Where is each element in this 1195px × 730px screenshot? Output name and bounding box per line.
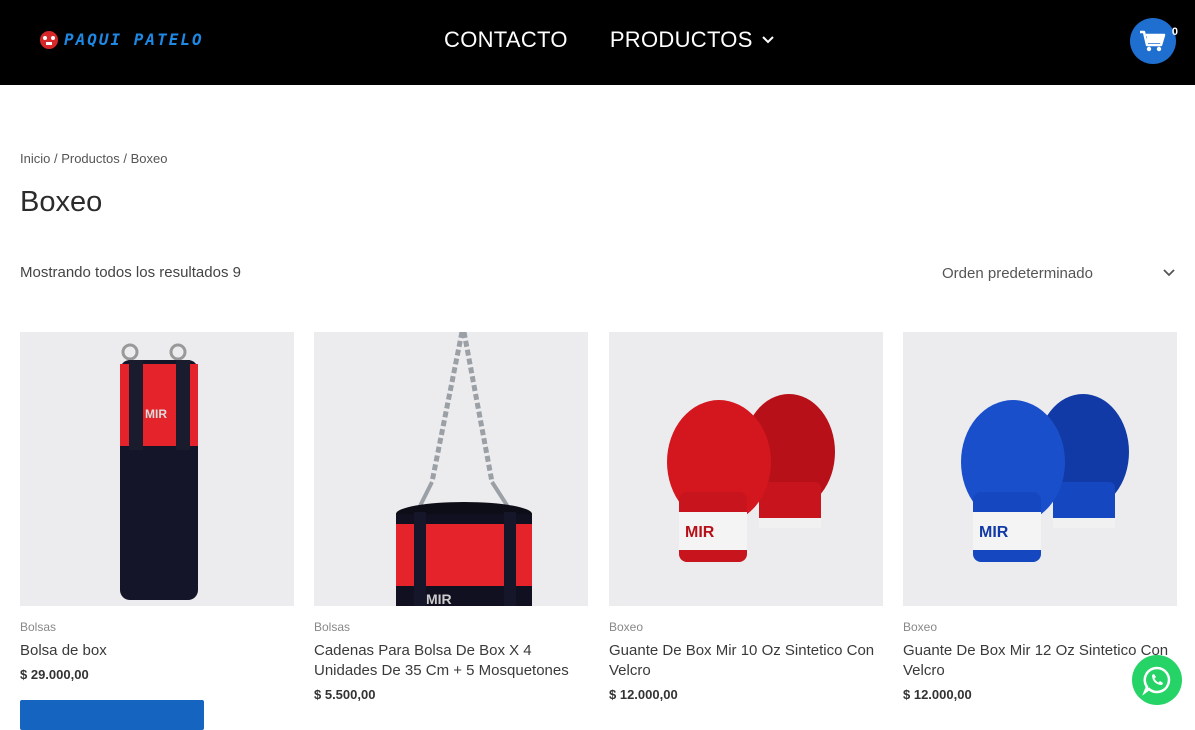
product-card: MIR Bolsas Bolsa de box $ 29.000,00: [20, 332, 294, 682]
nav-contacto[interactable]: CONTACTO: [444, 27, 568, 53]
chevron-down-icon: [1163, 269, 1175, 277]
site-header: PAQUI PATELO CONTACTO PRODUCTOS 0: [0, 0, 1195, 85]
add-to-cart-button[interactable]: [20, 700, 204, 730]
nav-contacto-label: CONTACTO: [444, 27, 568, 52]
breadcrumb-separator: /: [119, 151, 131, 166]
whatsapp-button[interactable]: [1132, 655, 1182, 705]
product-image[interactable]: MIR: [903, 332, 1177, 606]
breadcrumb-productos[interactable]: Productos: [61, 151, 120, 166]
product-title[interactable]: Bolsa de box: [20, 641, 294, 661]
product-category[interactable]: Bolsas: [314, 620, 588, 634]
product-category[interactable]: Boxeo: [903, 620, 1177, 634]
product-card: MIR Boxeo Guante De Box Mir 10 Oz Sintet…: [609, 332, 883, 702]
results-count: Mostrando todos los resultados 9: [20, 264, 241, 281]
product-price: $ 5.500,00: [314, 687, 376, 702]
breadcrumb: Inicio / Productos / Boxeo: [20, 151, 167, 166]
orderby-selected: Orden predeterminado: [942, 264, 1093, 282]
punching-bag-image: MIR: [20, 332, 294, 606]
chevron-down-icon: [761, 36, 774, 44]
product-category[interactable]: Boxeo: [609, 620, 883, 634]
product-price: $ 12.000,00: [609, 687, 678, 702]
logo-text: PAQUI PATELO: [64, 29, 204, 49]
chains-bag-image: MIR: [314, 332, 588, 606]
product-card: MIR Bolsas Cadenas Para Bolsa De Box X 4…: [314, 332, 588, 702]
cart-count-badge: 0: [1171, 26, 1178, 38]
svg-text:MIR: MIR: [426, 591, 452, 606]
product-image[interactable]: MIR: [314, 332, 588, 606]
product-title[interactable]: Cadenas Para Bolsa De Box X 4 Unidades D…: [314, 641, 588, 681]
cart-icon: [1140, 30, 1166, 52]
orderby-select[interactable]: Orden predeterminado: [942, 262, 1175, 284]
product-image[interactable]: MIR: [20, 332, 294, 606]
breadcrumb-current: Boxeo: [130, 151, 168, 166]
nav-productos[interactable]: PRODUCTOS: [610, 27, 775, 53]
product-title[interactable]: Guante De Box Mir 10 Oz Sintetico Con Ve…: [609, 641, 883, 681]
svg-text:MIR: MIR: [979, 524, 1009, 541]
product-image[interactable]: MIR: [609, 332, 883, 606]
svg-text:MIR: MIR: [145, 407, 167, 421]
breadcrumb-home[interactable]: Inicio: [20, 151, 50, 166]
site-logo[interactable]: PAQUI PATELO: [38, 28, 204, 50]
product-price: $ 29.000,00: [20, 667, 89, 682]
product-card: MIR Boxeo Guante De Box Mir 12 Oz Sintet…: [903, 332, 1177, 702]
product-category[interactable]: Bolsas: [20, 620, 294, 634]
main-nav: CONTACTO PRODUCTOS: [444, 27, 775, 53]
cart-button[interactable]: 0: [1130, 18, 1178, 64]
page-title: Boxeo: [20, 186, 103, 218]
breadcrumb-separator: /: [50, 151, 62, 166]
whatsapp-icon: [1142, 666, 1171, 696]
nav-productos-label: PRODUCTOS: [609, 27, 753, 52]
blue-gloves-image: MIR: [903, 332, 1177, 606]
svg-text:MIR: MIR: [685, 524, 715, 541]
logo-icon: [40, 31, 58, 49]
red-gloves-image: MIR: [609, 332, 883, 606]
